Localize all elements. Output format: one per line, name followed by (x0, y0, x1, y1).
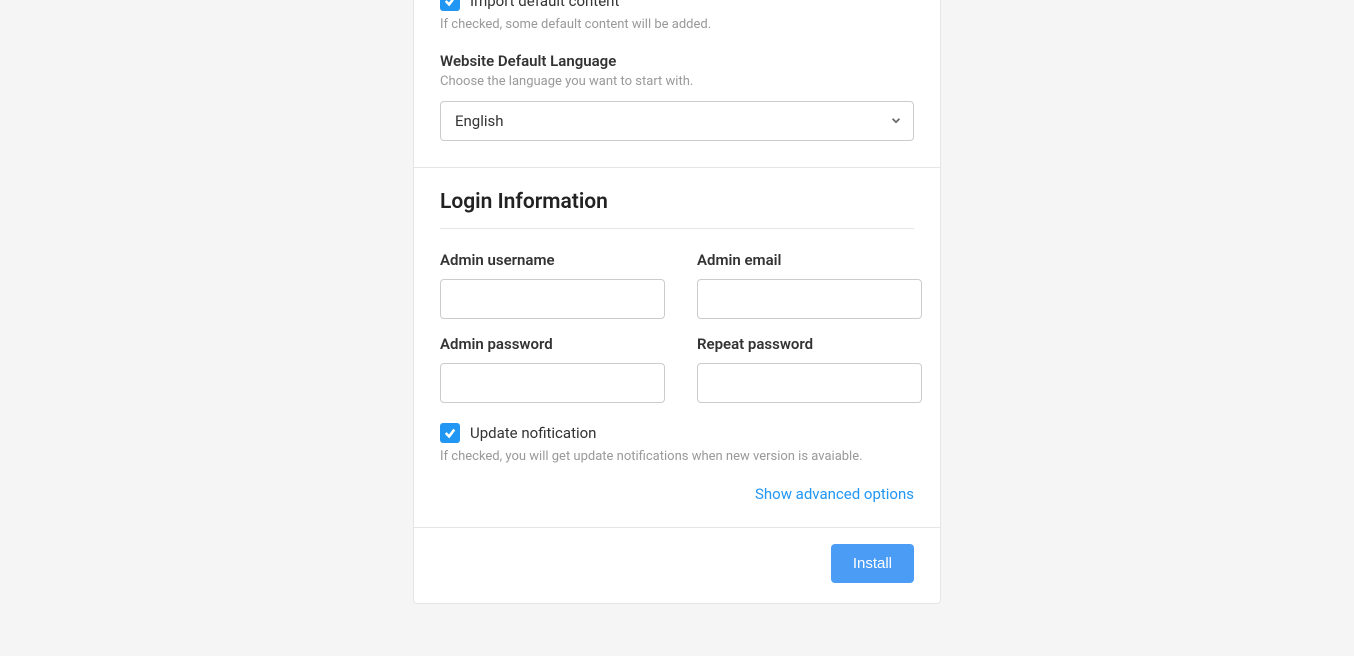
language-sub: Choose the language you want to start wi… (440, 74, 914, 89)
check-icon (444, 0, 456, 7)
admin-email-field: Admin email (697, 251, 922, 319)
install-button[interactable]: Install (831, 544, 914, 583)
update-notification-row: Update nofitication (440, 423, 914, 443)
admin-username-field: Admin username (440, 251, 665, 319)
import-content-checkbox[interactable] (440, 0, 460, 11)
admin-email-input[interactable] (697, 279, 922, 319)
repeat-password-field: Repeat password (697, 335, 922, 403)
install-form-card: Import default content If checked, some … (413, 0, 941, 604)
language-label: Website Default Language (440, 52, 914, 70)
settings-section: Import default content If checked, some … (414, 0, 940, 141)
language-select-wrapper: English (440, 101, 914, 141)
repeat-password-label: Repeat password (697, 335, 922, 353)
repeat-password-input[interactable] (697, 363, 922, 403)
advanced-options-row: Show advanced options (440, 484, 914, 517)
import-content-row: Import default content (440, 0, 914, 11)
admin-username-input[interactable] (440, 279, 665, 319)
login-form-grid: Admin username Admin email Admin passwor… (440, 251, 914, 403)
login-title: Login Information (440, 168, 914, 229)
form-footer: Install (414, 528, 940, 603)
admin-password-input[interactable] (440, 363, 665, 403)
admin-password-field: Admin password (440, 335, 665, 403)
admin-username-label: Admin username (440, 251, 665, 269)
language-selected-value: English (455, 112, 504, 130)
admin-email-label: Admin email (697, 251, 922, 269)
update-notification-help: If checked, you will get update notifica… (440, 449, 914, 464)
import-content-help: If checked, some default content will be… (440, 17, 914, 32)
admin-password-label: Admin password (440, 335, 665, 353)
update-notification-label: Update nofitication (470, 424, 596, 442)
check-icon (444, 427, 456, 439)
update-notification-checkbox[interactable] (440, 423, 460, 443)
show-advanced-link[interactable]: Show advanced options (755, 485, 914, 503)
language-select[interactable]: English (440, 101, 914, 141)
import-content-label: Import default content (470, 0, 619, 10)
login-section: Login Information Admin username Admin e… (414, 168, 940, 517)
